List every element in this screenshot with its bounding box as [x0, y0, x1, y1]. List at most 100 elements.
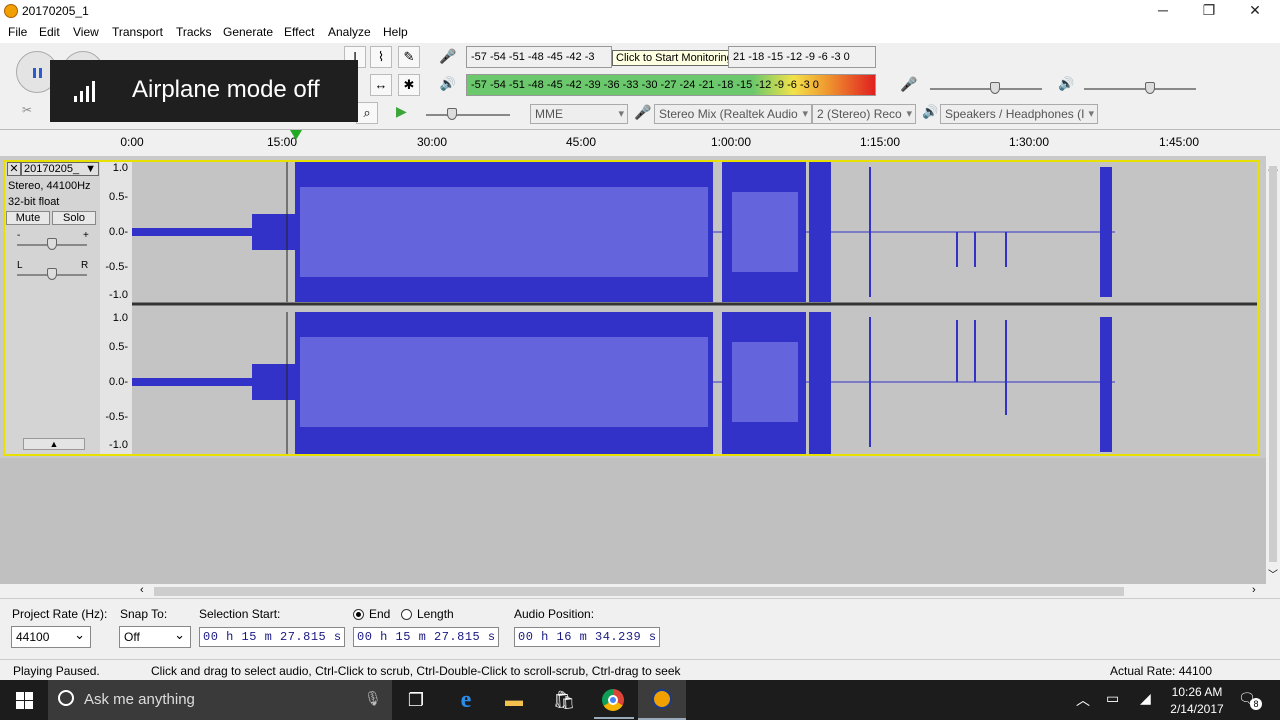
chrome-icon[interactable]	[602, 689, 624, 711]
audio-host-select[interactable]: MME	[530, 104, 628, 124]
network-icon[interactable]: ◢	[1140, 690, 1151, 707]
scroll-down-icon[interactable]: ﹀	[1268, 566, 1278, 581]
playback-meter[interactable]: -57 -54 -51 -48 -45 -42 -39 -36 -33 -30 …	[466, 74, 876, 96]
selection-end-field[interactable]: 00 h 15 m 27.815 s	[353, 627, 499, 647]
gain-slider-thumb[interactable]	[47, 238, 57, 250]
scale-label: 0.5-	[109, 191, 128, 203]
left-channel-waveform	[132, 162, 1115, 302]
playback-volume-track[interactable]	[1084, 88, 1196, 90]
file-explorer-icon[interactable]: ▬	[494, 686, 534, 714]
play-at-speed-icon[interactable]: ▶	[396, 103, 407, 120]
scale-label: 0.0-	[109, 376, 128, 388]
scissors-icon[interactable]: ✂	[16, 103, 38, 123]
menu-tracks[interactable]: Tracks	[176, 25, 212, 39]
menu-transport[interactable]: Transport	[112, 25, 163, 39]
speaker-icon[interactable]: 🔊	[437, 76, 459, 98]
audacity-taskbar-button[interactable]	[638, 680, 686, 720]
pan-right-label: R	[81, 260, 89, 271]
chrome-running-indicator	[594, 717, 634, 719]
menu-edit[interactable]: Edit	[39, 25, 60, 39]
pan-slider-thumb[interactable]	[47, 268, 57, 280]
selection-start-field[interactable]: 00 h 15 m 27.815 s	[199, 627, 345, 647]
menu-generate[interactable]: Generate	[223, 25, 273, 39]
empty-track-space[interactable]	[0, 458, 1266, 584]
scale-label: 0.5-	[109, 341, 128, 353]
playhead-marker-icon[interactable]	[290, 130, 302, 140]
solo-button[interactable]: Solo	[52, 211, 96, 225]
zoom-tool-icon[interactable]: ⌕	[356, 102, 378, 124]
snap-to-select[interactable]: Off	[119, 625, 191, 648]
play-speed-thumb[interactable]	[447, 108, 457, 120]
record-meter[interactable]: -57 -54 -51 -48 -45 -42 -3	[466, 46, 612, 68]
snap-to-label: Snap To:	[120, 607, 168, 621]
menu-view[interactable]: View	[73, 25, 99, 39]
playback-device-select[interactable]: Speakers / Headphones (I	[940, 104, 1098, 124]
recording-volume-track[interactable]	[930, 88, 1042, 90]
scroll-left-icon[interactable]: ‹	[140, 584, 144, 596]
microphone-icon[interactable]: 🎙	[364, 690, 382, 707]
cortana-search-box[interactable]: Ask me anything 🎙	[48, 680, 392, 720]
close-track-button[interactable]: ✕	[7, 162, 21, 176]
project-rate-select[interactable]: 44100	[11, 625, 91, 648]
minimize-button[interactable]: ─	[1140, 0, 1186, 22]
scale-label: -0.5-	[105, 411, 128, 423]
record-meter-tail: 21 -18 -15 -12 -9 -6 -3 0	[728, 46, 876, 68]
audio-position-label: Audio Position:	[514, 607, 595, 621]
scale-label: 1.0	[112, 162, 128, 174]
vertical-scrollbar[interactable]: ︿ ﹀	[1266, 156, 1280, 584]
store-icon[interactable]: 🛍	[544, 686, 584, 714]
menu-file[interactable]: File	[8, 25, 27, 39]
maximize-button[interactable]: ❐	[1186, 0, 1232, 22]
amplitude-scale: 1.0 0.5- 0.0- -0.5- -1.0 1.0 0.5- 0.0- -…	[100, 162, 132, 454]
audio-position-field[interactable]: 00 h 16 m 34.239 s	[514, 627, 660, 647]
horizontal-scroll-thumb[interactable]	[154, 587, 1124, 596]
mute-button[interactable]: Mute	[6, 211, 50, 225]
draw-tool-icon[interactable]: ✎	[398, 46, 420, 68]
vertical-scroll-thumb[interactable]	[1269, 166, 1277, 562]
search-placeholder: Ask me anything	[84, 691, 195, 708]
microphone-icon[interactable]: 🎤	[437, 48, 459, 70]
show-hidden-icons-icon[interactable]: ︿	[1076, 690, 1090, 710]
recording-device-select[interactable]: Stereo Mix (Realtek Audio	[654, 104, 812, 124]
actual-rate: Actual Rate: 44100	[1110, 664, 1213, 678]
collapse-track-button[interactable]: ▲	[23, 438, 85, 450]
multi-tool-icon[interactable]: ✱	[398, 74, 420, 96]
timeshift-tool-icon[interactable]: ↔	[370, 74, 392, 96]
menu-help[interactable]: Help	[383, 25, 408, 39]
scroll-right-icon[interactable]: ›	[1252, 584, 1256, 596]
play-speed-track[interactable]	[426, 114, 510, 116]
end-radio[interactable]	[353, 609, 364, 620]
recording-channels-select[interactable]: 2 (Stereo) Reco	[812, 104, 916, 124]
action-center-icon[interactable]: 🗨 8	[1238, 690, 1262, 710]
windows-start-icon[interactable]	[16, 692, 33, 709]
edge-browser-icon[interactable]: e	[446, 686, 486, 714]
menu-analyze[interactable]: Analyze	[328, 25, 371, 39]
task-view-icon[interactable]: ❐	[396, 686, 436, 714]
selection-start-label: Selection Start:	[199, 607, 281, 621]
waveform-display[interactable]	[132, 162, 1257, 454]
cortana-icon	[58, 690, 74, 706]
clock-date[interactable]: 2/14/2017	[1168, 702, 1226, 716]
recording-volume-thumb[interactable]	[990, 82, 1000, 94]
playback-state: Playing Paused.	[13, 664, 100, 678]
scale-label: 1.0	[112, 312, 128, 324]
close-button[interactable]: ✕	[1232, 0, 1278, 22]
ruler-tick: 0:00	[120, 135, 144, 149]
project-rate-label: Project Rate (Hz):	[12, 607, 108, 621]
timeline-ruler[interactable]: 0:00 15:00 30:00 45:00 1:00:00 1:15:00 1…	[0, 130, 1280, 157]
ruler-tick: 30:00	[416, 135, 448, 149]
clock-time[interactable]: 10:26 AM	[1168, 685, 1226, 699]
gain-plus-label: +	[83, 230, 89, 241]
recording-device-icon: 🎤	[634, 104, 652, 120]
length-radio[interactable]	[401, 609, 412, 620]
menu-effect[interactable]: Effect	[284, 25, 314, 39]
envelope-tool-icon[interactable]: ⌇	[370, 46, 392, 68]
battery-icon[interactable]: ▭	[1106, 690, 1119, 707]
horizontal-scrollbar[interactable]: ‹ ›	[136, 584, 1266, 598]
track-name: 20170205_	[24, 163, 80, 175]
ruler-tick: 1:15:00	[859, 135, 901, 149]
playback-volume-thumb[interactable]	[1145, 82, 1155, 94]
selection-toolbar: Project Rate (Hz): 44100 Snap To: Off Se…	[0, 598, 1280, 659]
track-name-menu[interactable]: 20170205_ ▼	[21, 162, 99, 176]
playback-device-icon: 🔊	[922, 104, 939, 119]
